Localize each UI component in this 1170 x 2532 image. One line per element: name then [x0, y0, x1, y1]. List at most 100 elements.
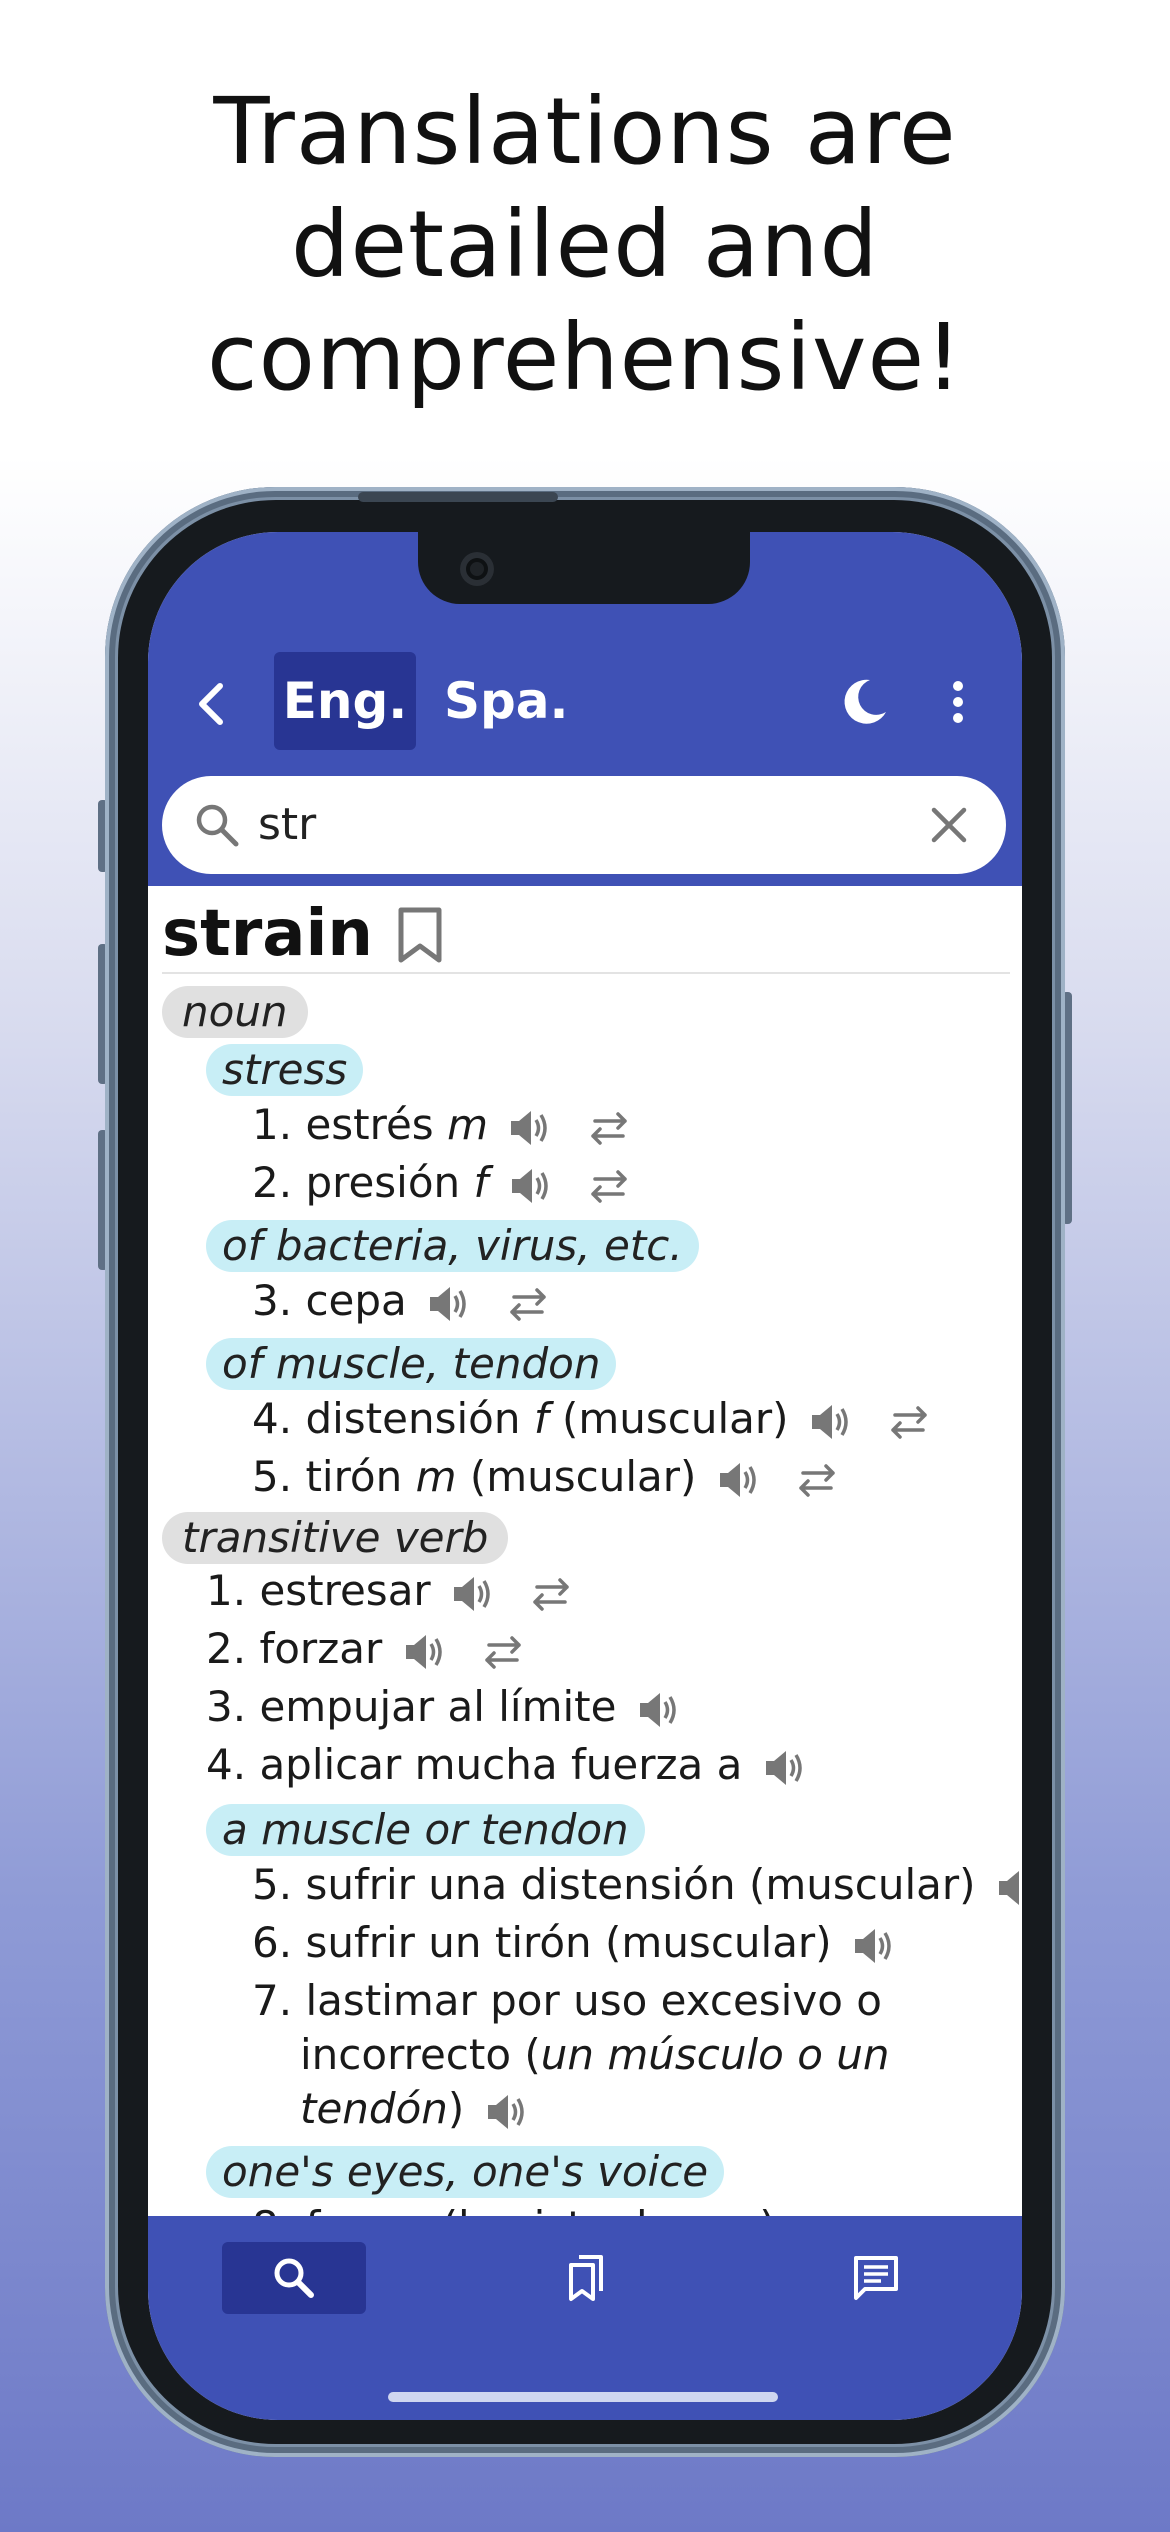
translation-number: 1. [206, 1566, 247, 1615]
translation-gloss: tendón [300, 2084, 448, 2133]
search-bar [162, 776, 1006, 874]
translation-number: 2. [206, 1624, 247, 1673]
translation-item[interactable]: 3. cepa [252, 1274, 552, 1328]
search-icon [196, 804, 239, 847]
swap-icon[interactable] [479, 1632, 527, 1672]
part-of-speech-badge: noun [162, 986, 308, 1038]
translation-item[interactable]: 2. presión f [252, 1156, 633, 1210]
translation-number: 5. [252, 1452, 293, 1501]
translation-continuation: tendón) [300, 2082, 530, 2136]
moon-icon [844, 679, 886, 724]
sense-label: of bacteria, virus, etc. [206, 1220, 699, 1272]
translation-text: incorrecto ( [300, 2030, 541, 2079]
translation-continuation: incorrecto (un músculo o un [300, 2028, 890, 2082]
speaker-icon[interactable] [402, 1629, 448, 1675]
headline-line: comprehensive! [207, 304, 963, 411]
headline-line: detailed and [291, 191, 879, 298]
speaker-icon[interactable] [450, 1571, 496, 1617]
nav-bookmarks-tab[interactable] [514, 2242, 658, 2314]
bookmarks-icon [569, 2255, 603, 2301]
promo-headline: Translations are detailed and comprehens… [0, 75, 1170, 414]
translation-item[interactable]: 8. forzar (la vista, la voz) [252, 2200, 776, 2216]
translation-number: 2. [252, 1158, 293, 1207]
target-language-tab[interactable]: Spa. [444, 652, 574, 750]
swap-icon[interactable] [885, 1402, 933, 1442]
more-vert-icon [953, 681, 963, 723]
translation-text: cepa [305, 1276, 407, 1325]
translation-item[interactable]: 4. aplicar mucha fuerza a [206, 1738, 808, 1792]
translation-number: 3. [206, 1682, 247, 1731]
swap-icon[interactable] [585, 1108, 633, 1148]
translation-number: 4. [252, 1394, 293, 1443]
speaker-icon[interactable] [507, 1105, 553, 1151]
translation-text: estresar [259, 1566, 431, 1615]
notch [418, 532, 750, 604]
usage-note: (muscular) [561, 1394, 789, 1443]
translation-text: sufrir una distensión (muscular) [305, 1860, 976, 1909]
part-of-speech-badge: transitive verb [162, 1512, 509, 1564]
sense-label: one's eyes, one's voice [206, 2146, 725, 2198]
swap-icon[interactable] [527, 1574, 575, 1614]
speaker-icon[interactable] [995, 1865, 1022, 1911]
home-indicator[interactable] [388, 2392, 778, 2402]
speaker-icon[interactable] [426, 1281, 472, 1327]
translation-text: estrés [305, 1100, 434, 1149]
translation-item[interactable]: 3. empujar al límite [206, 1680, 682, 1734]
overflow-menu-button[interactable] [938, 672, 978, 732]
phone-screen: Eng. Spa. str strain noun stress 1. estr… [148, 532, 1022, 2420]
speaker-icon[interactable] [636, 1687, 682, 1733]
translation-text: ) [447, 2084, 465, 2133]
nav-feedback-tab[interactable] [804, 2242, 948, 2314]
front-camera [460, 552, 494, 586]
gender: f [473, 1158, 489, 1207]
speaker-icon[interactable] [851, 1923, 897, 1969]
headline-line: Translations are [213, 78, 957, 185]
translation-item[interactable]: 1. estrés m [252, 1098, 633, 1152]
phone-speaker [358, 492, 558, 502]
speaker-icon[interactable] [762, 1745, 808, 1791]
nav-search-tab[interactable] [222, 2242, 366, 2314]
translation-text: sufrir un tirón (muscular) [305, 1918, 832, 1967]
headword: strain [162, 897, 373, 971]
gender: f [533, 1394, 549, 1443]
translation-item[interactable]: 5. tirón m (muscular) [252, 1450, 841, 1504]
translation-item[interactable]: 1. estresar [206, 1564, 575, 1618]
divider [162, 972, 1010, 974]
translation-item[interactable]: 2. forzar [206, 1622, 527, 1676]
translation-item[interactable]: 7. lastimar por uso excesivo o [252, 1974, 882, 2028]
feedback-icon [854, 2256, 898, 2300]
sense-label: stress [206, 1044, 364, 1096]
translation-number: 4. [206, 1740, 247, 1789]
translation-number: 6. [252, 1918, 293, 1967]
bookmark-outline-icon[interactable] [395, 906, 445, 964]
chevron-left-icon [199, 683, 223, 725]
search-icon [274, 2258, 314, 2298]
translation-number: 7. [252, 1976, 293, 2025]
translation-text: presión [305, 1158, 461, 1207]
gender: m [415, 1452, 457, 1501]
sense-label: a muscle or tendon [206, 1804, 645, 1856]
speaker-icon[interactable] [808, 1399, 854, 1445]
source-language-tab[interactable]: Eng. [274, 652, 416, 750]
translation-number: 1. [252, 1100, 293, 1149]
translation-number: 8. [252, 2202, 292, 2216]
swap-icon[interactable] [793, 1460, 841, 1500]
translation-text: lastimar por uso excesivo o [305, 1976, 882, 2025]
back-button[interactable] [186, 674, 236, 734]
translation-item[interactable]: 6. sufrir un tirón (muscular) [252, 1916, 897, 1970]
swap-icon[interactable] [504, 1284, 552, 1324]
translation-item[interactable]: 5. sufrir una distensión (muscular) [252, 1858, 1022, 1912]
translation-gloss: un músculo o un [540, 2030, 890, 2079]
close-icon[interactable] [926, 802, 972, 848]
gender: m [447, 1100, 488, 1149]
translation-number: 3. [252, 1276, 293, 1325]
speaker-icon[interactable] [508, 1163, 554, 1209]
translation-item[interactable]: 4. distensión f (muscular) [252, 1392, 933, 1446]
usage-note: (muscular) [469, 1452, 697, 1501]
speaker-icon[interactable] [484, 2089, 530, 2135]
speaker-icon[interactable] [716, 1457, 762, 1503]
theme-toggle-button[interactable] [834, 672, 894, 732]
translation-number: 5. [252, 1860, 293, 1909]
swap-icon[interactable] [585, 1166, 633, 1206]
search-input[interactable] [258, 776, 878, 874]
